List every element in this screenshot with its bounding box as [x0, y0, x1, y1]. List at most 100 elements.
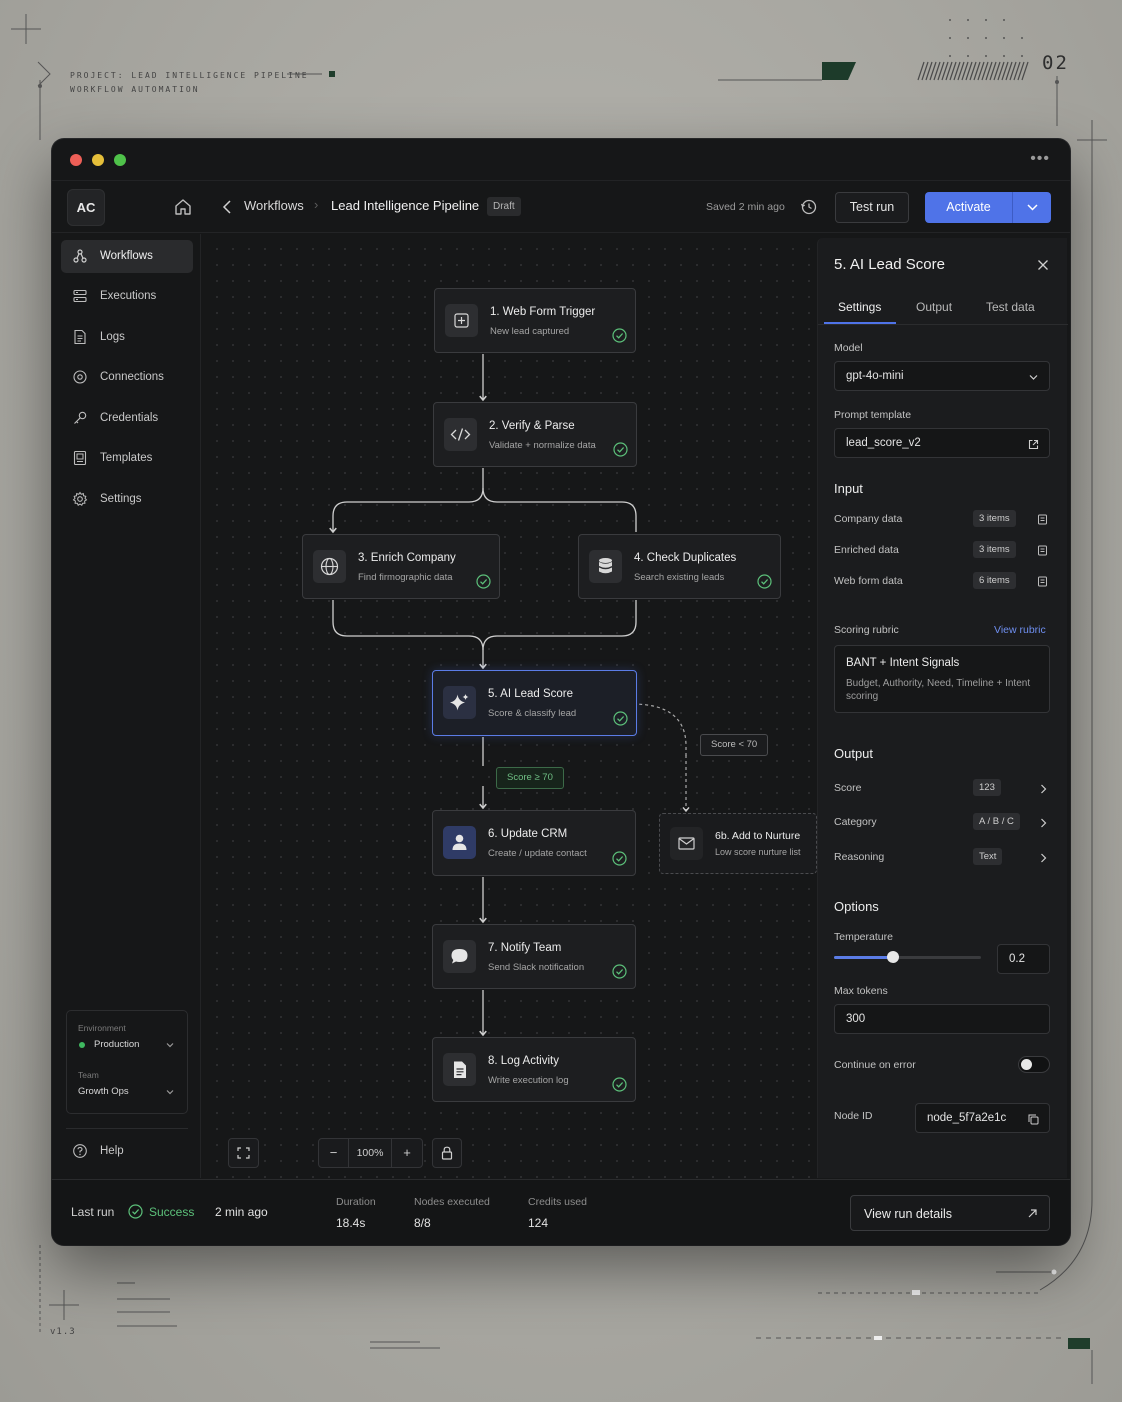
sidebar-item-workflows[interactable]: Workflows — [61, 240, 193, 273]
model-select[interactable]: gpt-4o-mini — [834, 361, 1050, 391]
sidebar-item-connections[interactable]: Connections — [61, 361, 193, 394]
temperature-slider[interactable] — [834, 951, 981, 963]
code-icon — [444, 418, 477, 451]
breadcrumb-workflows[interactable]: Workflows — [244, 198, 304, 213]
minimize-window-button[interactable] — [92, 154, 104, 166]
zoom-in-button[interactable]: + — [392, 1139, 422, 1167]
close-window-button[interactable] — [70, 154, 82, 166]
rubric-card[interactable]: BANT + Intent Signals Budget, Authority,… — [834, 645, 1050, 713]
home-icon[interactable] — [173, 197, 193, 217]
sidebar-item-settings[interactable]: Settings — [61, 483, 193, 516]
environment-select[interactable]: Production — [67, 1035, 187, 1055]
activate-dropdown-chevron-icon[interactable] — [1012, 192, 1051, 223]
workflow-node[interactable]: 2. Verify & Parse Validate + normalize d… — [433, 402, 637, 467]
check-circle-icon — [612, 851, 627, 866]
workflow-node[interactable]: 3. Enrich Company Find firmographic data — [302, 534, 500, 599]
sidebar-item-templates[interactable]: Templates — [61, 442, 193, 475]
view-rubric-link[interactable]: View rubric — [994, 624, 1046, 636]
last-run-time: 2 min ago — [215, 1205, 268, 1219]
last-run-label: Last run — [71, 1205, 115, 1219]
mail-icon — [670, 827, 703, 860]
tab-settings[interactable]: Settings — [838, 300, 881, 314]
copy-icon[interactable] — [1028, 1114, 1039, 1125]
node-id-field[interactable]: node_5f7a2e1c — [915, 1103, 1050, 1133]
copy-icon[interactable] — [1037, 513, 1048, 525]
zoom-out-button[interactable]: − — [319, 1139, 349, 1167]
history-icon[interactable] — [800, 198, 818, 216]
workflow-node-selected[interactable]: 5. AI Lead Score Score & classify lead — [432, 670, 637, 736]
sidebar-item-credentials[interactable]: Credentials — [61, 402, 193, 435]
node-subtitle: Find firmographic data — [358, 572, 453, 583]
output-label: Category — [834, 816, 877, 828]
check-circle-icon — [612, 1077, 627, 1092]
nodes-executed-value: 8/8 — [414, 1216, 431, 1230]
team-select[interactable]: Growth Ops — [67, 1082, 187, 1102]
workflow-node[interactable]: 8. Log Activity Write execution log — [432, 1037, 636, 1102]
continue-on-error-toggle[interactable] — [1018, 1056, 1050, 1073]
node-subtitle: Search existing leads — [634, 572, 725, 583]
avatar[interactable]: AC — [67, 189, 105, 226]
help-button[interactable]: Help — [61, 1136, 193, 1166]
input-row[interactable]: Company data 3 items — [818, 510, 1068, 530]
lock-canvas-button[interactable] — [432, 1138, 462, 1168]
node-subtitle: Send Slack notification — [488, 962, 585, 973]
node-settings-panel: 5. AI Lead Score Settings Output Test da… — [817, 238, 1068, 1178]
copy-icon[interactable] — [1037, 575, 1048, 587]
zoom-controls: − 100% + — [318, 1138, 423, 1168]
maximize-window-button[interactable] — [114, 154, 126, 166]
output-row[interactable]: Score 123 — [818, 779, 1068, 799]
breadcrumb-separator: › — [314, 197, 319, 212]
sidebar-item-label: Templates — [100, 452, 153, 464]
tab-test-data[interactable]: Test data — [986, 300, 1035, 314]
help-icon — [72, 1143, 88, 1159]
tab-output[interactable]: Output — [916, 300, 952, 314]
sidebar-item-logs[interactable]: Logs — [61, 321, 193, 354]
input-row[interactable]: Enriched data 3 items — [818, 541, 1068, 561]
temperature-slider-fill — [834, 956, 893, 959]
max-tokens-input[interactable]: 300 — [834, 1004, 1050, 1034]
output-label: Reasoning — [834, 851, 885, 863]
output-row[interactable]: Category A / B / C — [818, 813, 1068, 833]
help-label: Help — [100, 1145, 124, 1157]
version-label: v1.3 — [50, 1327, 76, 1337]
test-run-button[interactable]: Test run — [835, 192, 909, 223]
close-icon[interactable] — [1036, 258, 1050, 272]
index-number: 02 — [1042, 52, 1069, 74]
sidebar-item-label: Workflows — [100, 250, 153, 262]
temperature-input[interactable]: 0.2 — [997, 944, 1050, 974]
workflow-icon — [72, 248, 88, 264]
input-heading: Input — [834, 481, 863, 496]
team-label: Team — [78, 1070, 99, 1080]
copy-icon[interactable] — [1037, 544, 1048, 556]
back-chevron-icon[interactable] — [220, 198, 236, 216]
temperature-slider-thumb[interactable] — [886, 951, 899, 963]
fit-view-button[interactable] — [228, 1138, 259, 1168]
model-value: gpt-4o-mini — [846, 370, 904, 382]
workflow-node[interactable]: 4. Check Duplicates Search existing lead… — [578, 534, 781, 599]
workflow-node-skipped[interactable]: 6b. Add to Nurture Low score nurture lis… — [659, 813, 817, 874]
workflow-node[interactable]: 6. Update CRM Create / update contact — [432, 810, 636, 876]
max-tokens-label: Max tokens — [834, 985, 888, 997]
fullscreen-icon — [229, 1139, 258, 1167]
workflow-canvas[interactable]: Score ≥ 70 Score < 70 1. Web Form Trigge… — [202, 234, 817, 1178]
node-subtitle: Create / update contact — [488, 848, 587, 859]
workflow-node[interactable]: 1. Web Form Trigger New lead captured — [434, 288, 636, 353]
tab-divider — [818, 324, 1068, 325]
key-icon — [72, 410, 88, 426]
max-tokens-value: 300 — [846, 1013, 866, 1025]
credits-used-label: Credits used — [528, 1196, 587, 1208]
output-row[interactable]: Reasoning Text — [818, 848, 1068, 868]
prompt-template-field[interactable]: lead_score_v2 — [834, 428, 1050, 458]
external-link-icon[interactable] — [1028, 439, 1039, 450]
node-title: 2. Verify & Parse — [489, 420, 575, 432]
rubric-description: Budget, Authority, Need, Timeline + Inte… — [846, 678, 1031, 702]
temperature-value: 0.2 — [1009, 953, 1025, 965]
workflow-node[interactable]: 7. Notify Team Send Slack notification — [432, 924, 636, 989]
view-run-details-button[interactable]: View run details — [850, 1195, 1050, 1231]
input-row[interactable]: Web form data 6 items — [818, 572, 1068, 592]
database-icon — [589, 550, 622, 583]
top-bar: AC Workflows › Lead Intelligence Pipelin… — [52, 181, 1070, 233]
sidebar-item-executions[interactable]: Executions — [61, 280, 193, 313]
activate-button[interactable]: Activate — [925, 192, 1051, 223]
more-options-icon[interactable]: ••• — [1030, 150, 1050, 168]
